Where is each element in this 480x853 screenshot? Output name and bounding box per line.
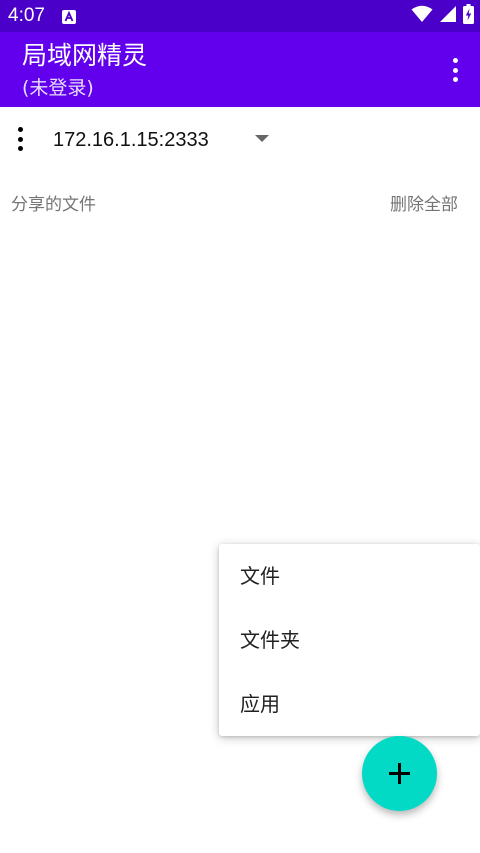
- menu-item-file[interactable]: 文件: [219, 544, 480, 608]
- more-vert-icon[interactable]: [15, 125, 27, 153]
- status-icons: [411, 4, 474, 28]
- a-letter-icon: [62, 9, 76, 24]
- app-title: 局域网精灵: [22, 41, 148, 70]
- plus-icon: [389, 763, 410, 784]
- status-bar: 4:07: [0, 0, 480, 32]
- add-button[interactable]: [362, 736, 437, 811]
- status-time: 4:07: [8, 5, 45, 26]
- menu-item-label: 应用: [240, 692, 280, 716]
- menu-item-label: 文件夹: [240, 628, 300, 652]
- wifi-icon: [411, 5, 433, 27]
- menu-item-app[interactable]: 应用: [219, 672, 480, 736]
- battery-charging-icon: [463, 4, 474, 28]
- login-status: (未登录): [22, 77, 94, 99]
- menu-item-label: 文件: [240, 564, 280, 588]
- app-bar: 局域网精灵 (未登录): [0, 32, 480, 107]
- cellular-signal-icon: [439, 5, 457, 27]
- server-address-select[interactable]: 172.16.1.15:2333: [53, 127, 209, 153]
- menu-item-folder[interactable]: 文件夹: [219, 608, 480, 672]
- more-vert-icon[interactable]: [450, 56, 462, 84]
- delete-all-button[interactable]: 删除全部: [390, 194, 458, 216]
- shared-files-label: 分享的文件: [11, 195, 96, 215]
- add-menu: 文件 文件夹 应用: [219, 544, 480, 736]
- arrow-drop-down-icon[interactable]: [255, 135, 269, 142]
